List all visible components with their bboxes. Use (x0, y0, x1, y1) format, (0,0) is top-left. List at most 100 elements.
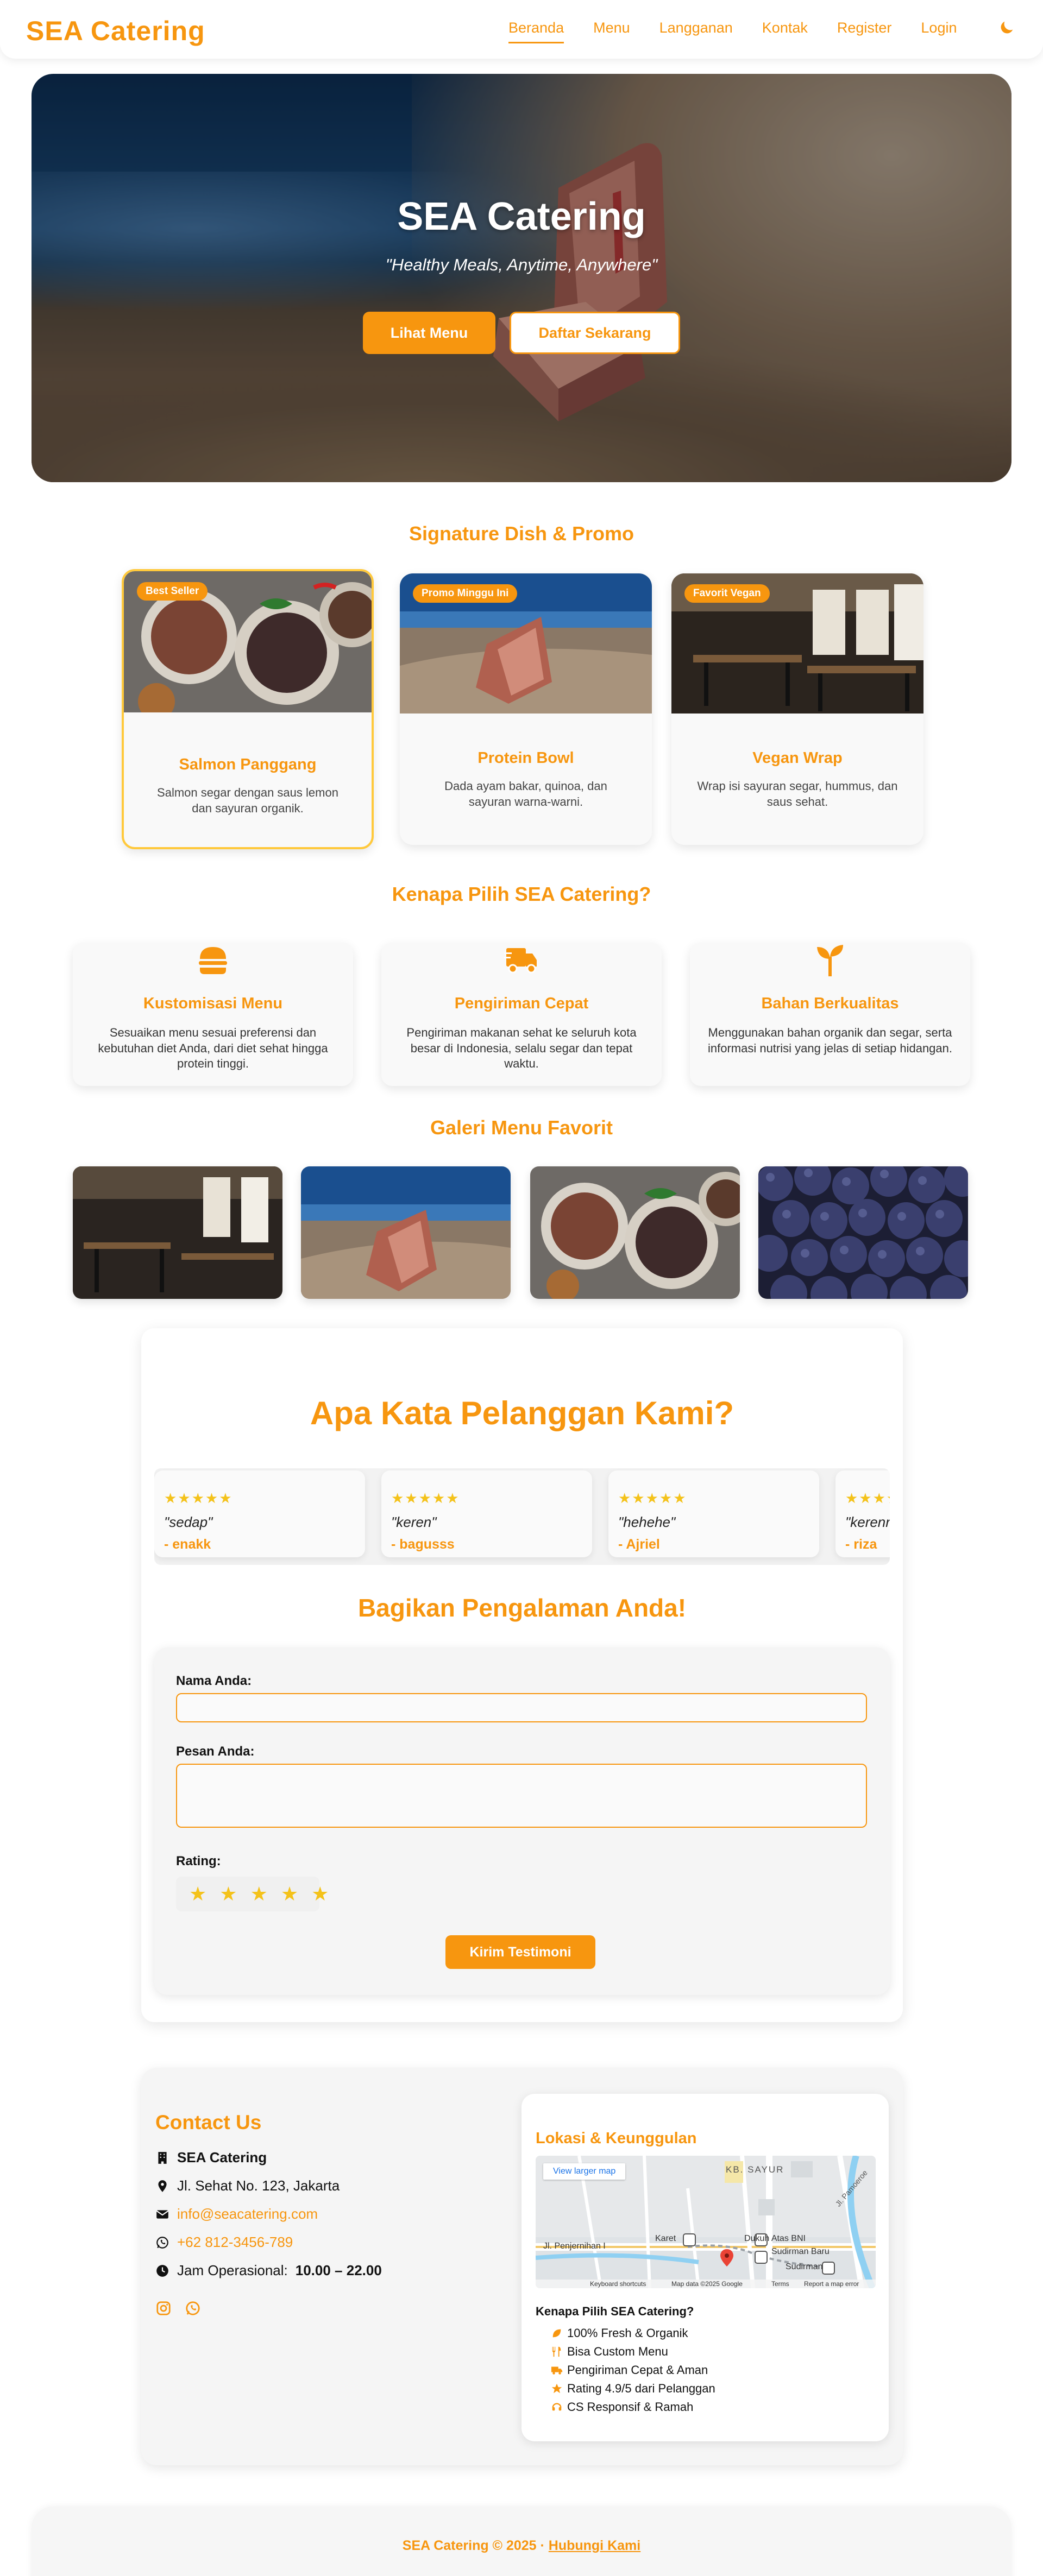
star-icon (551, 2383, 562, 2394)
rating-label: Rating: (176, 1854, 221, 1868)
why-item-text: CS Responsif & Ramah (567, 2400, 694, 2414)
whatsapp-social-icon[interactable] (185, 2300, 201, 2316)
feature-card-customization: Kustomisasi Menu Sesuaikan menu sesuai p… (73, 943, 353, 1086)
promo-badge: Promo Minggu Ini (413, 584, 518, 603)
map-station-dukuh-atas: Dukuh Atas BNI (744, 2234, 806, 2243)
map-keyboard-shortcuts[interactable]: Keyboard shortcuts (590, 2280, 646, 2288)
contact-us-link[interactable]: Hubungi Kami (549, 2538, 640, 2553)
hero-subtitle: "Healthy Meals, Anytime, Anywhere" (385, 255, 658, 274)
gallery-image-salmon[interactable] (530, 1166, 740, 1299)
testimonial-card: ★★★★★ "keren" - bagusss (381, 1470, 592, 1557)
rating-star-1[interactable]: ★ (189, 1883, 206, 1905)
signature-card-vegan-wrap[interactable]: Favorit Vegan Vegan Wrap Wrap isi sayura… (671, 573, 923, 845)
seedling-icon (817, 945, 843, 976)
address-row: Jl. Sehat No. 123, Jakarta (155, 2177, 340, 2194)
dish-description: Wrap isi sayuran segar, hummus, dan saus… (697, 779, 898, 809)
why-list-item: Pengiriman Cepat & Aman (551, 2363, 708, 2377)
whatsapp-icon (156, 2236, 168, 2249)
feature-description: Sesuaikan menu sesuai preferensi dan keb… (98, 1026, 328, 1071)
gallery-image-restaurant[interactable] (73, 1166, 282, 1299)
delivery-truck-icon (504, 948, 537, 974)
nav-link-beranda[interactable]: Beranda (508, 20, 564, 43)
hours-label: Jam Operasional: (177, 2262, 288, 2278)
dish-name: Protein Bowl (477, 749, 574, 767)
testimonials-carousel[interactable]: ★★★★★ "sedap" - enakk ★★★★★ "keren" - ba… (154, 1468, 890, 1565)
signature-card-protein-bowl[interactable]: Promo Minggu Ini Protein Bowl Dada ayam … (400, 573, 652, 845)
phone-link[interactable]: +62 812-3456-789 (177, 2234, 293, 2251)
navbar: SEA Catering Beranda Menu Langganan Kont… (0, 0, 1043, 59)
why-item-text: 100% Fresh & Organik (567, 2326, 688, 2340)
phone-row[interactable]: +62 812-3456-789 (155, 2234, 293, 2251)
why-list-title: Kenapa Pilih SEA Catering? (536, 2304, 694, 2318)
dish-description: Salmon segar dengan saus lemon dan sayur… (157, 786, 338, 815)
testimonial-form: Nama Anda: Pesan Anda: Rating: ★ ★ ★ ★ ★… (154, 1647, 890, 1995)
name-label: Nama Anda: (176, 1674, 252, 1688)
contact-section: Contact Us SEA Catering Jl. Sehat No. 12… (141, 2068, 903, 2465)
message-textarea[interactable] (176, 1764, 867, 1828)
brand-logo[interactable]: SEA Catering (26, 15, 205, 47)
nav-link-register[interactable]: Register (837, 20, 892, 43)
rating-stars: ★★★★★ (391, 1490, 460, 1506)
testimonial-quote: "kerenn" (845, 1514, 890, 1530)
rating-star-2[interactable]: ★ (219, 1883, 237, 1905)
testimonial-quote: "keren" (391, 1514, 437, 1530)
email-row[interactable]: info@seacatering.com (155, 2206, 318, 2223)
instagram-icon[interactable] (155, 2300, 172, 2316)
message-label: Pesan Anda: (176, 1744, 255, 1759)
nav-link-menu[interactable]: Menu (593, 20, 630, 43)
name-input[interactable] (176, 1693, 867, 1722)
feature-description: Pengiriman makanan sehat ke seluruh kota… (406, 1026, 637, 1071)
feature-card-quality: Bahan Berkualitas Menggunakan bahan orga… (690, 943, 970, 1086)
copyright-text: SEA Catering © 2025 · (402, 2538, 549, 2553)
gallery-section-title: Galeri Menu Favorit (430, 1116, 613, 1139)
rating-star-5[interactable]: ★ (311, 1883, 329, 1905)
best-seller-badge: Best Seller (137, 582, 208, 601)
nav-link-langganan[interactable]: Langganan (659, 20, 733, 43)
footer-text: SEA Catering © 2025 · Hubungi Kami (32, 2538, 1011, 2554)
signature-card-salmon[interactable]: Best Seller Salmon Panggang Salmon segar… (122, 569, 374, 849)
envelope-icon (156, 2209, 169, 2219)
testimonials-section: Apa Kata Pelanggan Kami? ★★★★★ "sedap" -… (141, 1328, 903, 2022)
testimonial-quote: "hehehe" (618, 1514, 676, 1530)
leaf-icon (552, 2329, 561, 2338)
contact-title: Contact Us (155, 2111, 262, 2133)
feature-title: Bahan Berkualitas (761, 995, 899, 1012)
map-report-error-link[interactable]: Report a map error (804, 2280, 859, 2288)
map-station-sudirman-baru: Sudirman Baru (771, 2247, 830, 2256)
testimonial-author: - enakk (164, 1537, 211, 1552)
testimonial-author: - Ajriel (618, 1537, 660, 1552)
view-menu-button[interactable]: Lihat Menu (363, 312, 495, 354)
dark-mode-moon-icon[interactable] (997, 18, 1016, 37)
testimonial-author: - riza (845, 1537, 877, 1552)
email-link[interactable]: info@seacatering.com (177, 2206, 318, 2223)
rating-stars: ★★★★★ (618, 1490, 687, 1506)
register-now-button[interactable]: Daftar Sekarang (510, 312, 680, 354)
nav-link-kontak[interactable]: Kontak (762, 20, 808, 43)
footer: SEA Catering © 2025 · Hubungi Kami (32, 2506, 1011, 2576)
gallery-image-seaside[interactable] (301, 1166, 511, 1299)
location-pin-icon (158, 2180, 167, 2192)
feature-title: Pengiriman Cepat (454, 995, 589, 1012)
why-list-item: CS Responsif & Ramah (551, 2400, 693, 2414)
rating-stars: ★★★★★ (845, 1490, 890, 1506)
google-map-embed[interactable]: View larger map KB. SAYUR Jl. Pamoeroe J… (536, 2156, 876, 2288)
dish-description: Dada ayam bakar, quinoa, dan sayuran war… (444, 779, 607, 809)
share-experience-title: Bagikan Pengalaman Anda! (357, 1594, 687, 1622)
gallery-image-blueberries[interactable] (758, 1166, 968, 1299)
why-list-item: Bisa Custom Menu (551, 2345, 668, 2359)
hero-overlay (32, 74, 1011, 482)
rating-star-3[interactable]: ★ (250, 1883, 268, 1905)
map-street-label: Jl. Penjernihan I (543, 2242, 606, 2251)
map-area-label: KB. SAYUR (726, 2164, 784, 2175)
why-list-item: Rating 4.9/5 dari Pelanggan (551, 2382, 715, 2396)
submit-testimonial-button[interactable]: Kirim Testimoni (445, 1935, 595, 1969)
testimonial-card: ★★★★★ "kerenn" - riza (835, 1470, 890, 1557)
rating-star-4[interactable]: ★ (281, 1883, 298, 1905)
view-larger-map-link[interactable]: View larger map (543, 2163, 626, 2180)
clock-icon (156, 2264, 168, 2277)
nav-link-login[interactable]: Login (921, 20, 957, 43)
map-station-sudirman: Sudirman (786, 2262, 823, 2271)
rating-selector: ★ ★ ★ ★ ★ (176, 1877, 329, 1911)
map-terms-link[interactable]: Terms (771, 2280, 789, 2288)
utensils-icon (552, 2346, 561, 2357)
